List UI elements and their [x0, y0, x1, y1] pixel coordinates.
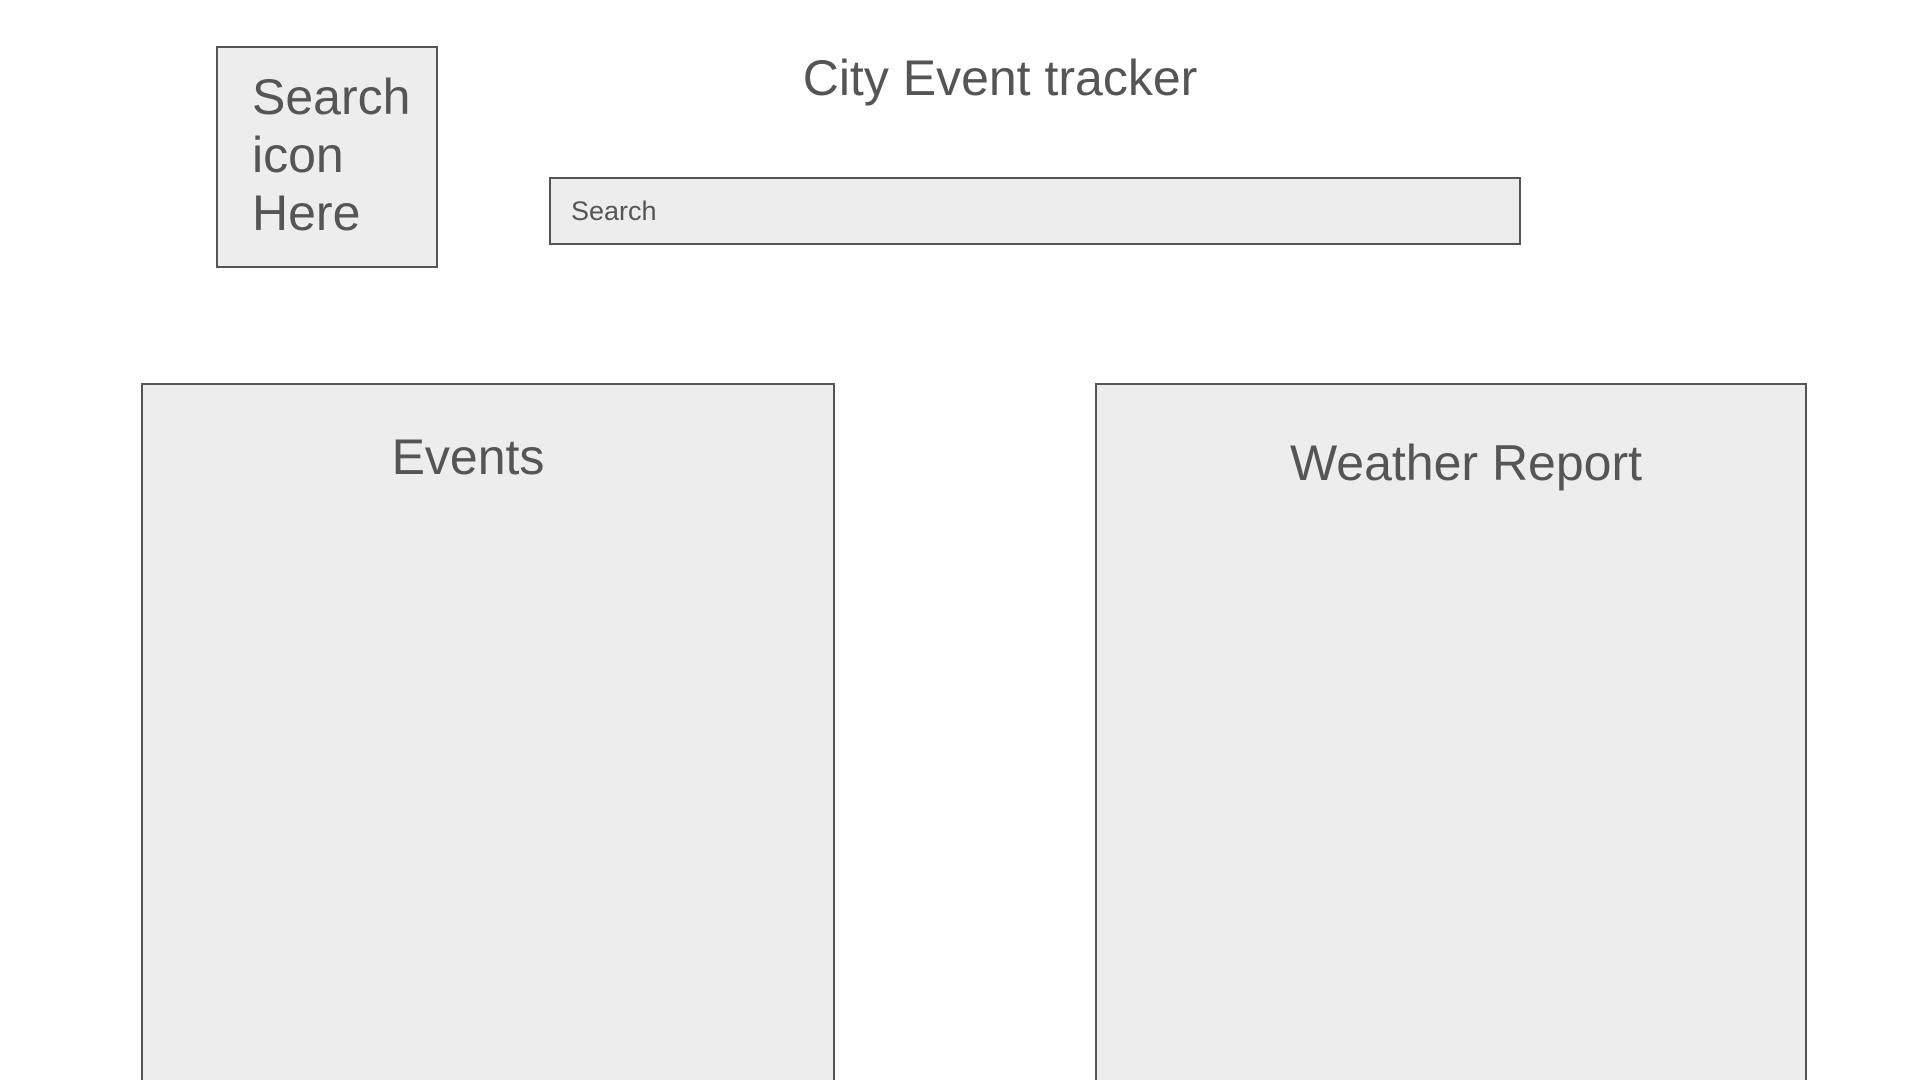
search-icon-placeholder-text: Search icon Here [252, 69, 411, 241]
weather-report-panel-title: Weather Report [1289, 435, 1643, 491]
search-input[interactable] [549, 177, 1521, 245]
events-panel-title: Events [391, 429, 545, 485]
page-title: City Event tracker [802, 50, 1198, 106]
search-icon[interactable]: Search icon Here [216, 46, 438, 268]
events-panel: Events [141, 383, 835, 1080]
weather-report-panel: Weather Report [1095, 383, 1807, 1080]
